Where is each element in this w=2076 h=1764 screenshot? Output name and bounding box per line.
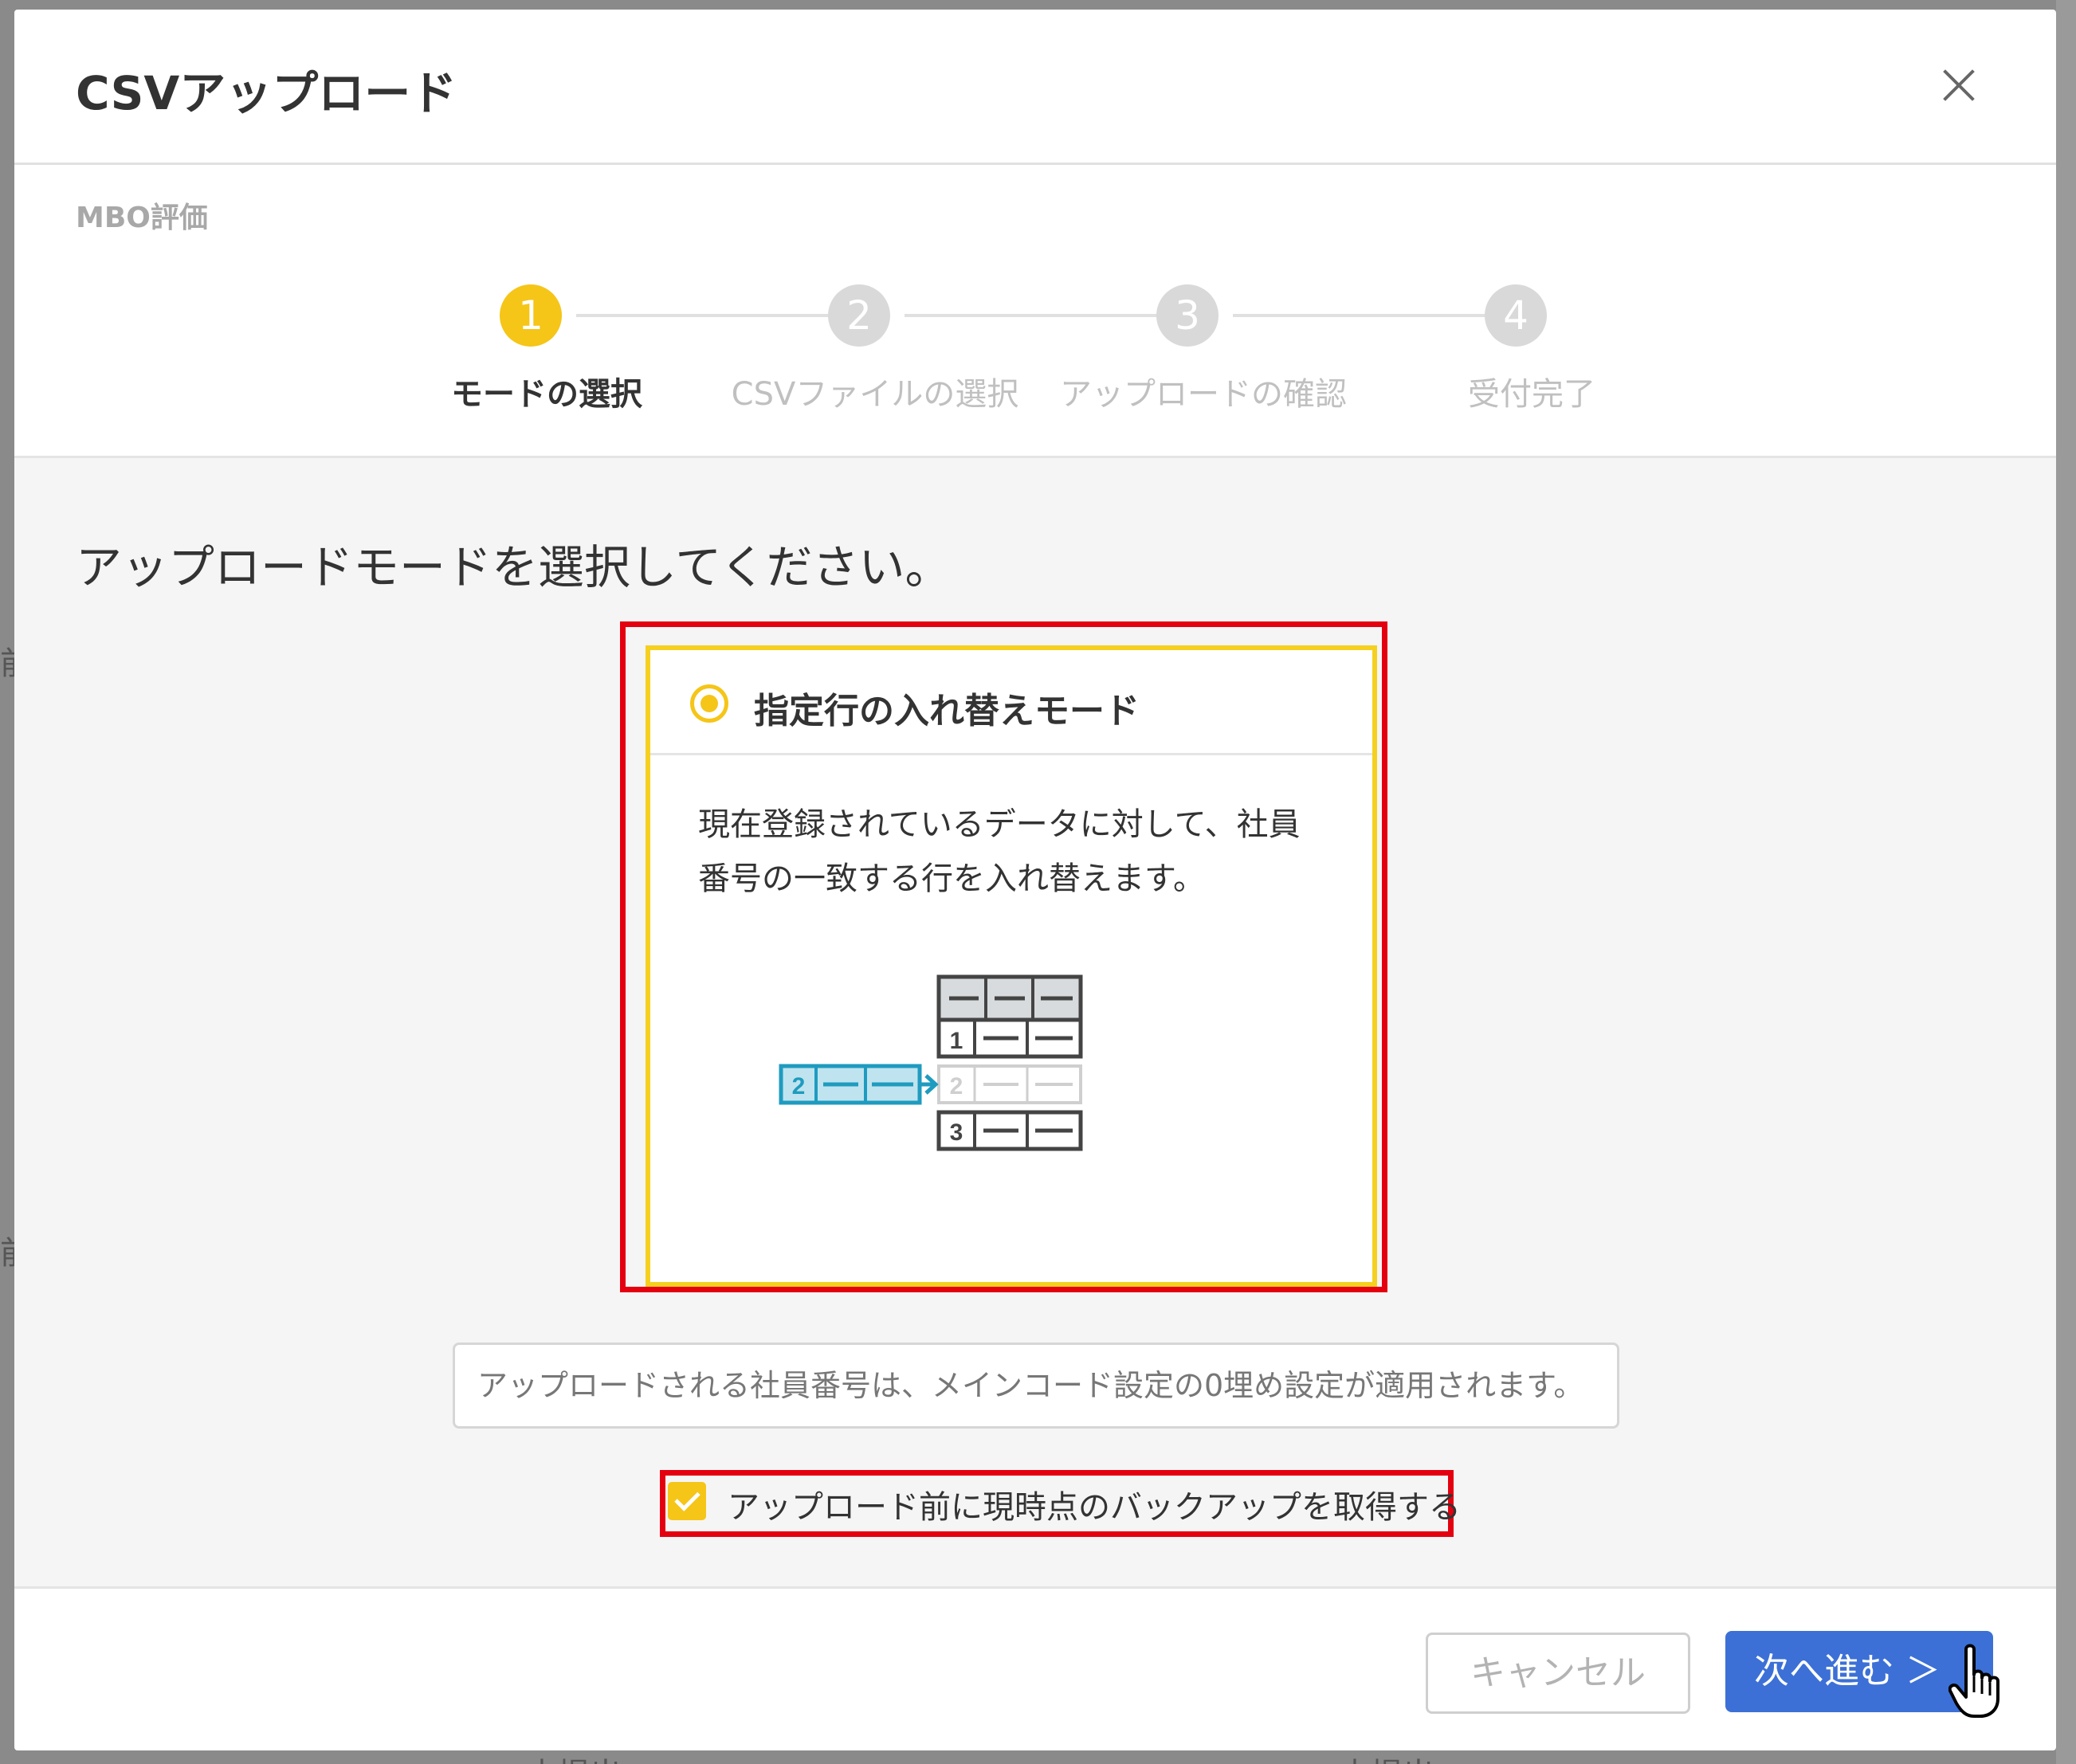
backup-checkbox[interactable] <box>668 1482 706 1520</box>
radio-button-selected[interactable] <box>690 684 728 723</box>
mode-option-card[interactable]: 指定行の入れ替えモード 現在登録されているデータに対して、社員番号の一致する行を… <box>646 645 1377 1287</box>
mode-description: 現在登録されているデータに対して、社員番号の一致する行を入れ替えます。 <box>698 806 1301 897</box>
step-connector <box>905 314 1161 317</box>
step-1-indicator: 1 <box>500 284 562 347</box>
mode-card-header: 指定行の入れ替えモード <box>650 650 1372 755</box>
mode-title: 指定行の入れ替えモード <box>754 691 1140 731</box>
background-text-fragment: ー 未提出 <box>1275 1749 1434 1764</box>
dialog-body: アップロードモードを選択してください。 指定行の入れ替えモード 現在登録されてい… <box>14 456 2056 1589</box>
csv-upload-dialog: CSVアップロード MBO評価 1 2 3 4 モードの選択 CSVファイルの選… <box>14 10 2056 1750</box>
step-4-indicator: 4 <box>1485 284 1547 347</box>
table-row-number: 2 <box>950 1073 963 1100</box>
section-label: MBO評価 <box>76 202 208 234</box>
backup-option[interactable]: アップロード前に現時点のバックアップを取得する <box>660 1470 1461 1535</box>
close-icon[interactable] <box>1935 61 1983 109</box>
stepper: 1 2 3 4 モードの選択 CSVファイルの選択 アップロードの確認 受付完了 <box>14 280 2056 424</box>
step-1-label: モードの選択 <box>451 376 642 413</box>
background-text-fragment: 前 <box>0 637 32 684</box>
table-row-number: 1 <box>950 1028 963 1054</box>
instruction-text: アップロードモードを選択してください。 <box>76 540 952 594</box>
background-page-edge <box>2056 0 2076 1764</box>
hand-pointer-cursor-icon <box>1948 1644 1999 1718</box>
backup-checkbox-label[interactable]: アップロード前に現時点のバックアップを取得する <box>728 1481 1461 1527</box>
step-connector <box>1233 314 1489 317</box>
background-text-fragment: 前 <box>0 1227 32 1273</box>
dialog-header: CSVアップロード <box>14 10 2056 165</box>
step-4-label: 受付完了 <box>1468 376 1595 413</box>
dialog-title: CSVアップロード <box>76 66 457 120</box>
step-2-indicator: 2 <box>828 284 890 347</box>
table-row-number: 3 <box>950 1119 963 1146</box>
background-text-fragment: ー 未提出 <box>462 1749 622 1764</box>
step-3-label: アップロードの確認 <box>1060 376 1347 413</box>
incoming-row-number: 2 <box>792 1073 806 1100</box>
zero-padding-note: アップロードされる社員番号は、メインコード設定の0埋め設定が適用されます。 <box>453 1343 1619 1429</box>
step-2-label: CSVファイルの選択 <box>731 376 1019 413</box>
row-replace-illustration-icon: 1 2 3 2 <box>779 974 1083 1151</box>
cancel-button[interactable]: キャンセル <box>1426 1633 1690 1714</box>
step-3-indicator: 3 <box>1156 284 1219 347</box>
dialog-footer: キャンセル 次へ進む ＞ <box>14 1591 2056 1750</box>
step-connector <box>576 314 833 317</box>
